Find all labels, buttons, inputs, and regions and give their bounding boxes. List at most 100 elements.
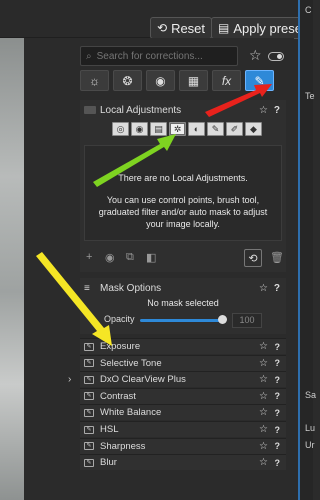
favorite-star-icon[interactable]: ☆ bbox=[259, 358, 268, 369]
tab-geometry[interactable]: ▦ bbox=[179, 70, 208, 91]
correction-row[interactable]: ✎ White Balance ☆? bbox=[80, 404, 286, 421]
favorite-star-icon[interactable]: ☆ bbox=[259, 374, 268, 385]
mask-options-header[interactable]: ≡ Mask Options ☆ ? bbox=[80, 279, 286, 297]
delete-icon[interactable]: 🗑 bbox=[270, 251, 284, 264]
right-panel-te-label: Te bbox=[305, 91, 315, 101]
fx-icon: fx bbox=[221, 73, 232, 88]
graduated-filter-tool[interactable]: ▤ bbox=[150, 122, 167, 136]
brush-tool[interactable]: ✎ bbox=[207, 122, 224, 136]
search-icon: ⌕ bbox=[86, 50, 92, 62]
eyedropper-icon[interactable]: ✎ bbox=[84, 458, 94, 467]
favorites-star-icon[interactable]: ☆ bbox=[249, 47, 262, 64]
correction-name: Contrast bbox=[100, 390, 136, 402]
favorite-star-icon[interactable]: ☆ bbox=[259, 407, 268, 418]
opacity-value-field[interactable]: 100 bbox=[232, 313, 262, 328]
empty-state-title: There are no Local Adjustments. bbox=[118, 173, 248, 183]
add-icon[interactable]: + bbox=[86, 251, 92, 263]
correction-name: HSL bbox=[100, 424, 119, 435]
tab-effects[interactable]: fx bbox=[212, 70, 241, 91]
local-adjustments-header[interactable]: Local Adjustments ☆ ? bbox=[80, 101, 286, 119]
photo-preview bbox=[0, 38, 24, 500]
control-line-tool[interactable]: ◉ bbox=[131, 122, 148, 136]
search-input[interactable] bbox=[96, 50, 227, 62]
color-circles-icon: ❂ bbox=[122, 73, 133, 88]
opacity-slider-handle[interactable] bbox=[218, 315, 227, 324]
reset-label: Reset bbox=[171, 20, 206, 36]
help-icon[interactable]: ? bbox=[275, 391, 281, 401]
favorite-star-icon[interactable]: ☆ bbox=[259, 424, 268, 435]
favorite-star-icon[interactable]: ☆ bbox=[259, 457, 268, 468]
local-adjust-actions: + ◉ ⧉ ◧ ⟲ 🗑 bbox=[80, 248, 286, 268]
favorite-star-icon[interactable]: ☆ bbox=[259, 441, 268, 452]
eyedropper-icon[interactable]: ✎ bbox=[84, 425, 94, 434]
mask-tool[interactable]: ◐ bbox=[188, 122, 205, 136]
eraser-tool[interactable]: ◆ bbox=[245, 122, 262, 136]
tab-local-adjustments[interactable]: ✎ bbox=[245, 70, 274, 91]
pen-tool[interactable]: ✐ bbox=[226, 122, 243, 136]
tab-detail[interactable]: ◉ bbox=[146, 70, 175, 91]
help-icon[interactable]: ? bbox=[275, 425, 281, 435]
local-adjust-icon: ✎ bbox=[254, 73, 265, 88]
opacity-label: Opacity bbox=[104, 314, 135, 324]
correction-row[interactable]: ✎ Contrast ☆? bbox=[80, 387, 286, 404]
correction-name: Exposure bbox=[100, 341, 141, 352]
right-panel-ur-label: Ur bbox=[305, 440, 315, 450]
invert-icon[interactable]: ◧ bbox=[146, 251, 156, 264]
tab-color[interactable]: ❂ bbox=[113, 70, 142, 91]
correction-name: Blur bbox=[100, 457, 117, 469]
eyedropper-icon[interactable]: ✎ bbox=[84, 442, 94, 451]
correction-name: DxO ClearView Plus bbox=[100, 374, 186, 386]
favorite-star-icon[interactable]: ☆ bbox=[259, 283, 268, 294]
eyedropper-icon[interactable]: ✎ bbox=[84, 375, 94, 384]
tab-light[interactable]: ☼ bbox=[80, 70, 109, 91]
visibility-icon[interactable]: ◉ bbox=[105, 251, 115, 264]
correction-row[interactable]: ✎ Exposure ☆? bbox=[80, 338, 286, 354]
geometry-icon: ▦ bbox=[187, 73, 200, 88]
correction-name: Selective Tone bbox=[100, 357, 162, 369]
empty-state-body: You can use control points, brush tool, … bbox=[98, 195, 268, 229]
help-icon[interactable]: ? bbox=[275, 358, 281, 368]
mask-options-icon: ≡ bbox=[84, 282, 90, 294]
correction-row[interactable]: ✎ Selective Tone ☆? bbox=[80, 354, 286, 371]
help-icon[interactable]: ? bbox=[274, 105, 280, 116]
auto-mask-tool[interactable]: ✲ bbox=[169, 122, 186, 136]
panel-toggle-icon[interactable] bbox=[84, 106, 96, 114]
correction-row[interactable]: ✎ DxO ClearView Plus ☆? bbox=[80, 371, 286, 388]
correction-row[interactable]: ✎ Sharpness ☆? bbox=[80, 437, 286, 454]
reset-button[interactable]: ⟲ Reset bbox=[150, 17, 213, 39]
favorite-star-icon[interactable]: ☆ bbox=[259, 391, 268, 402]
eyedropper-icon[interactable]: ✎ bbox=[84, 342, 94, 351]
correction-name: Sharpness bbox=[100, 440, 146, 452]
correction-row[interactable]: ✎ Blur ☆? bbox=[80, 454, 286, 471]
show-all-toggle[interactable] bbox=[268, 52, 284, 61]
right-panel-sa-label: Sa bbox=[305, 390, 317, 400]
help-icon[interactable]: ? bbox=[274, 283, 280, 294]
correction-row[interactable]: ✎ HSL ☆? bbox=[80, 421, 286, 437]
preset-icon: ▤ bbox=[218, 21, 230, 35]
top-toolbar: ⟲ Reset ▤ Apply preset bbox=[0, 0, 313, 39]
collapse-panel-icon[interactable]: › bbox=[68, 374, 71, 385]
eyedropper-icon[interactable]: ✎ bbox=[84, 392, 94, 401]
right-panel-c-label: C bbox=[305, 5, 312, 15]
eyedropper-icon[interactable]: ✎ bbox=[84, 359, 94, 368]
favorite-star-icon[interactable]: ☆ bbox=[259, 341, 268, 352]
eyedropper-icon[interactable]: ✎ bbox=[84, 408, 94, 417]
no-mask-text: No mask selected bbox=[147, 298, 219, 308]
reset-local-button[interactable]: ⟲ bbox=[244, 249, 262, 267]
favorite-star-icon[interactable]: ☆ bbox=[259, 105, 268, 116]
help-icon[interactable]: ? bbox=[275, 375, 281, 385]
help-icon[interactable]: ? bbox=[275, 458, 281, 468]
detail-icon: ◉ bbox=[155, 73, 166, 88]
local-adjust-toolbar: ◎ ◉ ▤ ✲ ◐ ✎ ✐ ◆ bbox=[112, 122, 262, 136]
control-point-tool[interactable]: ◎ bbox=[112, 122, 129, 136]
duplicate-icon[interactable]: ⧉ bbox=[126, 251, 134, 264]
search-field[interactable]: ⌕ bbox=[80, 46, 238, 66]
panel-gutter bbox=[62, 38, 76, 500]
help-icon[interactable]: ? bbox=[275, 441, 281, 451]
opacity-slider-track[interactable] bbox=[140, 319, 222, 322]
help-icon[interactable]: ? bbox=[275, 408, 281, 418]
history-icon: ⟲ bbox=[157, 21, 168, 35]
palette-tabs: ☼ ❂ ◉ ▦ fx ✎ bbox=[80, 70, 274, 92]
help-icon[interactable]: ? bbox=[275, 342, 281, 352]
dxo-photolab-window: ⟲ Reset ▤ Apply preset › ⌕ ☆ ☼ ❂ ◉ ▦ fx … bbox=[0, 0, 317, 500]
